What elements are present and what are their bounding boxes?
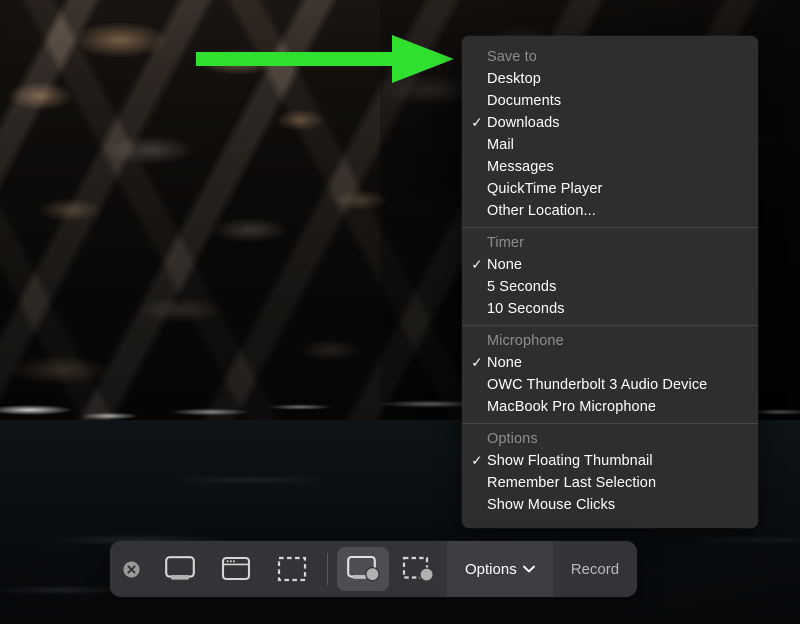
menu-item-label: QuickTime Player: [487, 181, 603, 197]
menu-section-options: Options ✓ Show Floating Thumbnail Rememb…: [462, 423, 758, 521]
chevron-down-icon: [522, 565, 535, 573]
screenshot-toolbar: Options Record: [110, 541, 638, 597]
menu-item-show-mouse-clicks[interactable]: Show Mouse Clicks: [462, 494, 758, 516]
capture-selected-portion-button[interactable]: [266, 547, 318, 591]
record-entire-screen-button[interactable]: [337, 547, 389, 591]
menu-item-downloads[interactable]: ✓ Downloads: [462, 112, 758, 134]
menu-item-desktop[interactable]: Desktop: [462, 68, 758, 90]
menu-item-label: Downloads: [487, 115, 560, 131]
menu-section-microphone: Microphone ✓ None OWC Thunderbolt 3 Audi…: [462, 325, 758, 423]
dashed-rectangle-icon: [277, 556, 307, 582]
close-circle-icon: [123, 561, 139, 577]
screenshot-options-menu[interactable]: Save to Desktop Documents ✓ Downloads Ma…: [462, 36, 758, 528]
menu-item-microphone-none[interactable]: ✓ None: [462, 352, 758, 374]
menu-item-mail[interactable]: Mail: [462, 134, 758, 156]
menu-item-timer-none[interactable]: ✓ None: [462, 254, 758, 276]
menu-section-save-to: Save to Desktop Documents ✓ Downloads Ma…: [462, 42, 758, 227]
menu-item-other-location[interactable]: Other Location...: [462, 200, 758, 222]
menu-item-label: 5 Seconds: [487, 279, 557, 295]
menu-section-header: Timer: [487, 235, 525, 251]
menu-item-label: Other Location...: [487, 203, 596, 219]
menu-section-header: Microphone: [487, 333, 564, 349]
menu-section-timer: Timer ✓ None 5 Seconds 10 Seconds: [462, 227, 758, 325]
checkmark-icon: ✓: [471, 355, 483, 370]
menu-item-timer-5-seconds[interactable]: 5 Seconds: [462, 276, 758, 298]
menu-item-label: Desktop: [487, 71, 541, 87]
menu-item-label: None: [487, 355, 523, 371]
menu-item-label: Messages: [487, 159, 554, 175]
record-button-label: Record: [570, 560, 620, 578]
record-selected-portion-button[interactable]: [393, 547, 445, 591]
menu-item-label: 10 Seconds: [487, 301, 565, 317]
desktop-screen: Save to Desktop Documents ✓ Downloads Ma…: [0, 0, 800, 624]
menu-item-label: MacBook Pro Microphone: [487, 399, 657, 415]
menu-item-remember-last-selection[interactable]: Remember Last Selection: [462, 472, 758, 494]
capture-selected-window-button[interactable]: [210, 547, 262, 591]
menu-item-label: Mail: [487, 137, 514, 153]
menu-item-label: OWC Thunderbolt 3 Audio Device: [487, 377, 708, 393]
record-button[interactable]: Record: [553, 541, 637, 597]
checkmark-icon: ✓: [471, 453, 483, 468]
menu-section-header: Save to: [487, 49, 537, 65]
menu-item-label: None: [487, 257, 523, 273]
menu-item-microphone-owc-thunderbolt[interactable]: OWC Thunderbolt 3 Audio Device: [462, 374, 758, 396]
green-right-arrow-annotation: [196, 33, 458, 85]
menu-item-documents[interactable]: Documents: [462, 90, 758, 112]
menu-item-microphone-macbook-pro[interactable]: MacBook Pro Microphone: [462, 396, 758, 418]
options-button[interactable]: Options: [447, 541, 553, 597]
window-icon: [221, 556, 251, 581]
checkmark-icon: ✓: [471, 115, 483, 130]
menu-item-label: Show Floating Thumbnail: [487, 453, 653, 469]
options-button-label: Options: [465, 560, 517, 578]
menu-item-label: Show Mouse Clicks: [487, 497, 616, 513]
close-button[interactable]: [110, 541, 152, 597]
menu-item-timer-10-seconds[interactable]: 10 Seconds: [462, 298, 758, 320]
menu-section-header: Options: [487, 431, 538, 447]
menu-item-show-floating-thumbnail[interactable]: ✓ Show Floating Thumbnail: [462, 450, 758, 472]
capture-entire-screen-button[interactable]: [154, 547, 206, 591]
green-right-arrow-icon: [196, 35, 454, 83]
menu-item-quicktime-player[interactable]: QuickTime Player: [462, 178, 758, 200]
checkmark-icon: ✓: [471, 257, 483, 272]
display-icon: [165, 556, 195, 580]
menu-item-label: Remember Last Selection: [487, 475, 657, 491]
display-record-icon: [347, 555, 380, 582]
dashed-rectangle-record-icon: [402, 556, 434, 582]
menu-item-messages[interactable]: Messages: [462, 156, 758, 178]
toolbar-divider: [327, 553, 328, 585]
menu-item-label: Documents: [487, 93, 562, 109]
